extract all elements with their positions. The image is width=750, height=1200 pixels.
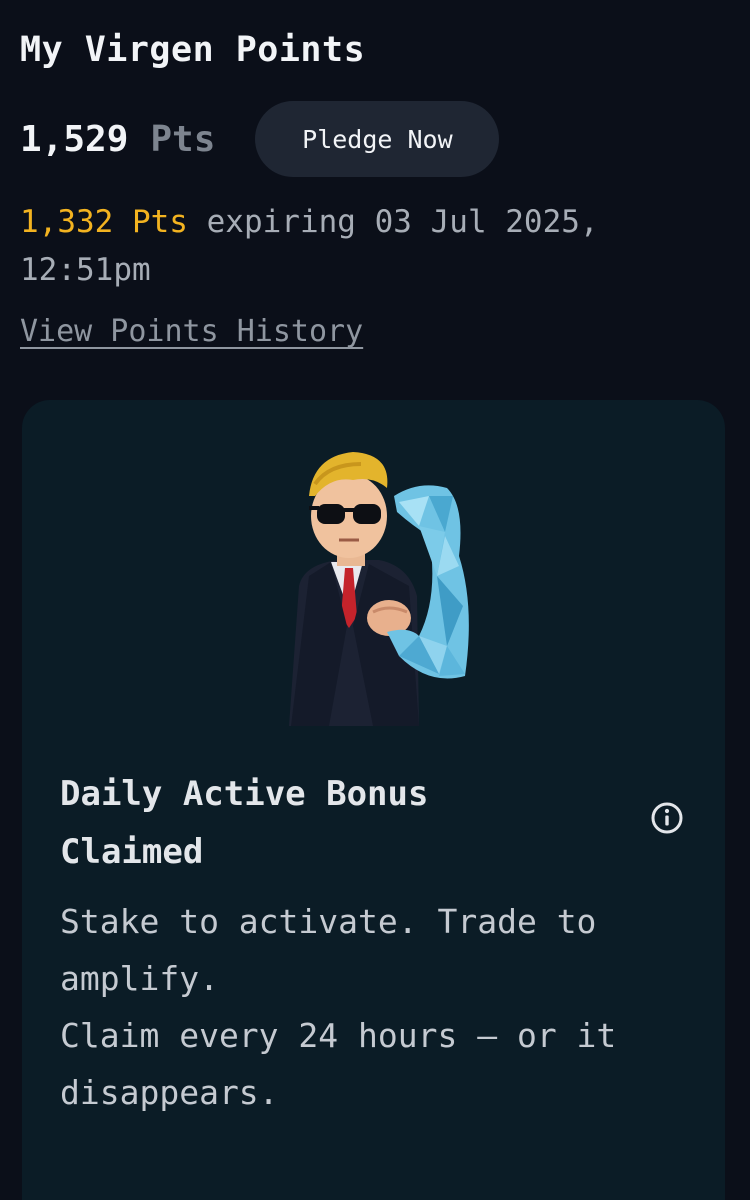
daily-bonus-card: Daily Active Bonus Claimed Stake to acti… [22, 400, 725, 1200]
pledge-now-button[interactable]: Pledge Now [255, 101, 500, 177]
points-summary: 1,529 Pts Pledge Now [20, 100, 500, 178]
view-points-history-link[interactable]: View Points History [20, 314, 363, 349]
bonus-description-line-1: Stake to activate. Trade to amplify. [60, 902, 597, 998]
bonus-title: Daily Active Bonus Claimed [60, 774, 429, 872]
points-page: My Virgen Points 1,529 Pts Pledge Now 1,… [0, 0, 750, 1200]
expiring-amount: 1,332 Pts [20, 204, 188, 240]
info-icon[interactable] [650, 801, 684, 835]
points-total: 1,529 [20, 118, 129, 160]
expiry-notice: 1,332 Pts expiring 03 Jul 2025, 12:51pm [20, 198, 700, 294]
bonus-description: Stake to activate. Trade to amplify. Cla… [60, 893, 700, 1121]
bonus-description-line-2: Claim every 24 hours — or it disappears. [60, 1016, 617, 1112]
mascot-illustration [289, 452, 469, 726]
page-title: My Virgen Points [20, 30, 366, 70]
points-unit: Pts [150, 118, 216, 160]
